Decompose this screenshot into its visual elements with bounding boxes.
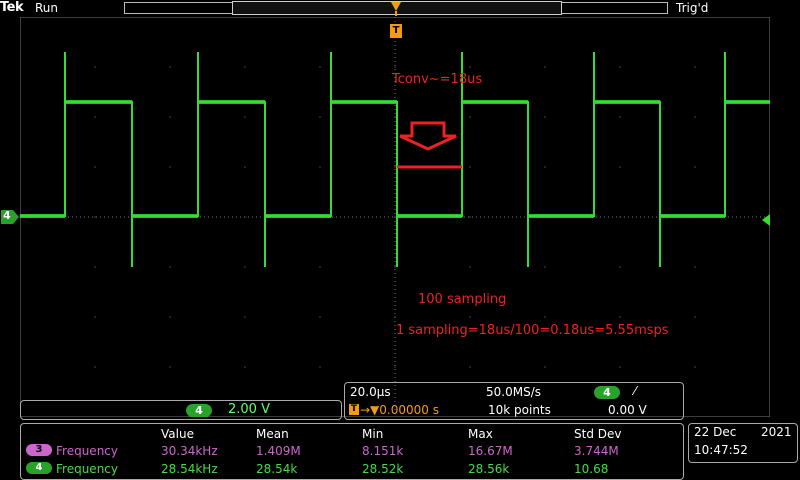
meas-row-ch3-min: 8.151k (362, 444, 404, 458)
trigger-offset[interactable]: →▼0.00000 s (360, 403, 439, 418)
acquisition-run-state[interactable]: Run (35, 0, 58, 16)
meas-header-stddev: Std Dev (574, 427, 622, 441)
record-length[interactable]: 10k points (488, 403, 551, 418)
annotation-tconv: Tconv~=18us (392, 72, 483, 87)
trigger-level-marker-icon[interactable] (760, 211, 770, 226)
trigger-position-marker[interactable]: T (390, 24, 402, 38)
channel-scale-panel[interactable] (20, 400, 342, 420)
trigger-level[interactable]: 0.00 V (608, 403, 647, 418)
trigger-status: Trig'd (676, 1, 709, 15)
meas-row-ch3-mean: 1.409M (256, 444, 301, 458)
sample-rate: 50.0MS/s (486, 385, 541, 399)
meas-header-mean: Mean (256, 427, 289, 441)
channel4-ground-label: 4 (3, 209, 11, 222)
meas-header-value: Value (161, 427, 194, 441)
meas-row-ch4-name[interactable]: Frequency (56, 462, 118, 476)
meas-row-ch4-min: 28.52k (362, 462, 404, 476)
meas-row-ch3-max: 16.67M (468, 444, 513, 458)
meas-header-max: Max (468, 427, 493, 441)
date-day: 22 Dec (694, 425, 737, 439)
meas-row-ch3-name[interactable]: Frequency (56, 444, 118, 458)
annotation-sampling-calc: 1 sampling=18us/100=0.18us=5.55msps (396, 323, 669, 338)
channel4-badge[interactable]: 4 (186, 404, 212, 417)
meas-row-ch3-value: 30.34kHz (161, 444, 218, 458)
trigger-offset-marker: T (349, 404, 359, 415)
meas-row-ch4-stddev: 10.68 (574, 462, 609, 476)
trigger-position-icon[interactable] (390, 1, 402, 16)
brand-logo: Tek (0, 0, 24, 15)
meas-row-ch4-max: 28.56k (468, 462, 510, 476)
meas-header-min: Min (362, 427, 384, 441)
trigger-slope-icon[interactable]: ⁄ (634, 384, 636, 399)
channel4-scale[interactable]: 2.00 V (228, 402, 270, 418)
clock-time: 10:47:52 (694, 443, 748, 457)
channel4-ground-marker[interactable]: 4 (1, 209, 19, 224)
annotation-sampling-count: 100 sampling (418, 292, 507, 307)
date-year: 2021 (761, 425, 792, 439)
meas-row-ch3-stddev: 3.744M (574, 444, 619, 458)
time-per-division[interactable]: 20.0µs (350, 385, 391, 400)
meas-row-ch4-badge[interactable]: 4 (26, 462, 52, 474)
trigger-source-badge[interactable]: 4 (594, 386, 620, 399)
meas-row-ch4-mean: 28.54k (256, 462, 298, 476)
meas-row-ch4-value: 28.54kHz (161, 462, 218, 476)
meas-row-ch3-badge[interactable]: 3 (26, 444, 52, 456)
